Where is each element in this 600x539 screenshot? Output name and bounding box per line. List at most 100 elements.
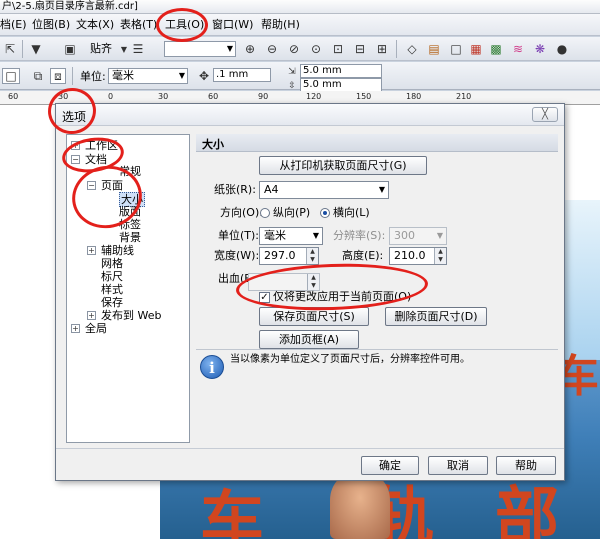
height-field[interactable]: 210.0 ▲ ▼ (389, 247, 447, 265)
zoom-in-icon[interactable]: ⊕ (242, 41, 258, 57)
all-pages-icon[interactable]: ⧉ (30, 68, 46, 84)
duplicate-x-field[interactable]: 5.0 mm (300, 64, 382, 78)
menu-arrange[interactable]: 档(E) (0, 18, 27, 32)
tree-item-general[interactable]: 常规 (119, 165, 141, 178)
spinner-icon[interactable]: ▲ ▼ (434, 248, 446, 264)
tree-item-background[interactable]: 背景 (119, 231, 141, 244)
rectangle-icon[interactable]: □ (448, 41, 464, 57)
current-page-icon[interactable]: ⧈ (50, 68, 66, 84)
expand-icon[interactable]: + (87, 246, 96, 255)
collapse-icon[interactable]: − (71, 155, 80, 164)
tree-item-styles[interactable]: 样式 (101, 283, 123, 296)
chevron-down-icon: ▼ (178, 71, 185, 80)
menu-window[interactable]: 窗口(W) (212, 18, 253, 32)
page-frame-icon[interactable]: □ (2, 68, 20, 84)
get-page-size-from-printer-button[interactable]: 从打印机获取页面尺寸(G) (259, 156, 427, 175)
chevron-down-icon: ▼ (378, 185, 385, 194)
zoom-page-icon[interactable]: ⊡ (330, 41, 346, 57)
landscape-radio[interactable] (320, 208, 330, 218)
delete-page-size-button[interactable]: 删除页面尺寸(D) (385, 307, 487, 326)
close-button[interactable]: ╳ (532, 107, 558, 122)
toolbar-separator (22, 40, 23, 58)
landscape-label[interactable]: 横向(L) (333, 206, 370, 220)
menu-table[interactable]: 表格(T) (120, 18, 157, 32)
zoom-level-combo[interactable]: ▼ (164, 41, 236, 57)
tree-item-document[interactable]: 文档 (85, 153, 107, 166)
color-grid-icon[interactable]: ▦ (468, 41, 484, 57)
tree-item-save[interactable]: 保存 (101, 296, 123, 309)
spinner-icon[interactable]: ▲ ▼ (307, 274, 319, 290)
collapse-icon[interactable]: − (87, 181, 96, 190)
fill-icon[interactable]: ▩ (488, 41, 504, 57)
menu-help[interactable]: 帮助(H) (261, 18, 300, 32)
window-icon[interactable]: ▣ (62, 41, 78, 57)
snap-to-label[interactable]: 贴齐 (90, 42, 112, 56)
export-icon[interactable]: ⇱ (2, 41, 18, 57)
units-label: 单位: (80, 70, 106, 83)
paper-select[interactable]: A4 ▼ (259, 181, 389, 199)
application-launcher-icon[interactable]: ▼ (28, 41, 44, 57)
zoom-selected-icon[interactable]: ⊘ (286, 41, 302, 57)
ok-button[interactable]: 确定 (361, 456, 419, 475)
resolution-select[interactable]: 300 ▼ (389, 227, 447, 245)
units-select[interactable]: 毫米 ▼ (259, 227, 323, 245)
ruler-tick-label: 0 (108, 92, 114, 101)
size-panel: 大小 从打印机获取页面尺寸(G) 纸张(R): A4 ▼ 方向(O): 纵向(P… (196, 134, 558, 443)
apply-current-page-checkbox[interactable]: ✓ (259, 292, 270, 303)
duplicate-y-field[interactable]: 5.0 mm (300, 78, 382, 92)
ruler-tick-label: 210 (456, 92, 472, 101)
ruler-tick-label: 180 (406, 92, 422, 101)
node-icon[interactable]: ◇ (404, 41, 420, 57)
texture-icon[interactable]: ▤ (426, 41, 442, 57)
tree-item-grid[interactable]: 网格 (101, 257, 123, 270)
spinner-icon[interactable]: ▲ ▼ (306, 248, 318, 264)
resolution-label: 分辨率(S): (333, 229, 386, 242)
zoom-all-icon[interactable]: ⊙ (308, 41, 324, 57)
chevron-down-icon: ▼ (436, 231, 443, 240)
tree-item-rulers[interactable]: 标尺 (101, 270, 123, 283)
portrait-radio[interactable] (260, 208, 270, 218)
save-page-size-button[interactable]: 保存页面尺寸(S) (259, 307, 369, 326)
width-field[interactable]: 297.0 ▲ ▼ (259, 247, 319, 265)
panel-title: 大小 (202, 138, 224, 151)
options-icon[interactable]: ☰ (130, 41, 146, 57)
tree-item-label[interactable]: 标签 (119, 218, 141, 231)
menu-tools[interactable]: 工具(O) (165, 18, 204, 32)
expand-icon[interactable]: + (87, 311, 96, 320)
panel-header: 大小 (196, 134, 558, 152)
bleed-field[interactable]: ▲ ▼ (248, 273, 320, 291)
units-combo[interactable]: 毫米 ▼ (108, 68, 188, 84)
nudge-distance-value: .1 mm (216, 69, 249, 80)
globe-icon[interactable]: ❋ (532, 41, 548, 57)
menu-bitmaps[interactable]: 位图(B) (32, 18, 70, 32)
tree-item-workspace[interactable]: 工作区 (85, 139, 118, 152)
orientation-label: 方向(O): (220, 206, 263, 219)
nudge-distance-field[interactable]: .1 mm (213, 68, 271, 82)
property-bar: □ ⧉ ⧈ 单位: 毫米 ▼ ✥ .1 mm ⇲ 5.0 mm ⇳ 5.0 mm (0, 62, 600, 92)
chevron-down-icon: ▼ (226, 44, 233, 53)
tree-item-global[interactable]: 全局 (85, 322, 107, 335)
tree-item-page[interactable]: 页面 (101, 179, 123, 192)
portrait-label[interactable]: 纵向(P) (273, 206, 310, 220)
wave-icon[interactable]: ≋ (510, 41, 526, 57)
circle-icon[interactable]: ● (554, 41, 570, 57)
expand-icon[interactable]: + (71, 324, 80, 333)
dialog-title: 选项 (62, 110, 87, 124)
tree-item-layout[interactable]: 版面 (119, 205, 141, 218)
nudge-icon: ✥ (198, 69, 210, 83)
cancel-button[interactable]: 取消 (428, 456, 488, 475)
zoom-height-icon[interactable]: ⊞ (374, 41, 390, 57)
help-button[interactable]: 帮助 (496, 456, 556, 475)
tree-item-guidelines[interactable]: 辅助线 (101, 244, 134, 257)
duplicate-y-value: 5.0 mm (303, 79, 342, 90)
dialog-titlebar[interactable]: 选项 ╳ (56, 104, 564, 126)
expand-icon[interactable]: + (71, 141, 80, 150)
add-page-frame-button[interactable]: 添加页框(A) (259, 330, 359, 349)
zoom-width-icon[interactable]: ⊟ (352, 41, 368, 57)
zoom-out-icon[interactable]: ⊖ (264, 41, 280, 57)
ruler-tick-label: 60 (208, 92, 219, 101)
info-box: i 当以像素为单位定义了页面尺寸后，分辨率控件可用。 (196, 349, 558, 385)
menu-text[interactable]: 文本(X) (76, 18, 114, 32)
tree-item-publish-web[interactable]: 发布到 Web (101, 309, 161, 322)
apply-current-page-label[interactable]: 仅将更改应用于当前页面(O) (273, 290, 411, 304)
